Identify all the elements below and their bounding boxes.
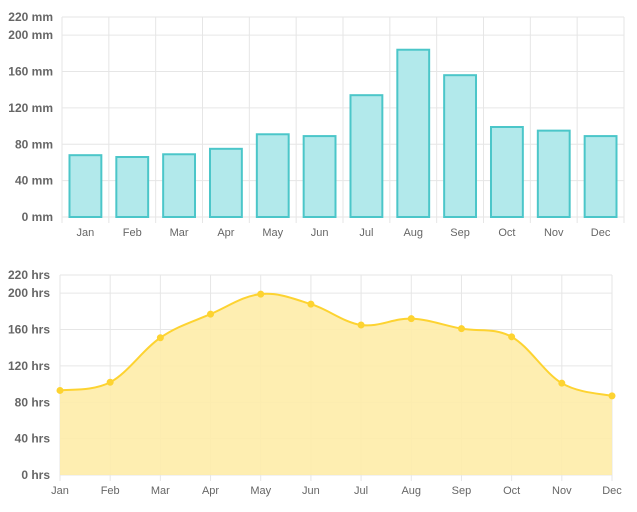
area-point-aug[interactable] [407, 315, 415, 323]
area-point-jan[interactable] [56, 386, 64, 394]
area-point-oct[interactable] [508, 333, 516, 341]
area-x-tick-label: Aug [401, 485, 421, 497]
area-y-tick-label: 80 hrs [15, 395, 51, 409]
area-point-jul[interactable] [357, 321, 365, 329]
area-point-mar[interactable] [156, 334, 164, 342]
bar-x-tick-label: May [262, 227, 283, 239]
bar-apr[interactable] [208, 147, 243, 218]
area-fill [60, 293, 612, 475]
area-point-nov[interactable] [558, 379, 566, 387]
bar-x-tick-label: Sep [450, 227, 470, 239]
bar-jan[interactable] [68, 154, 103, 219]
area-x-tick-label: Sep [452, 485, 472, 497]
bar-jun[interactable] [302, 135, 337, 218]
area-x-tick-label: Oct [503, 485, 520, 497]
area-point-sep[interactable] [457, 325, 465, 333]
bar-jul[interactable] [349, 94, 384, 218]
bar-oct[interactable] [489, 126, 524, 218]
bar-x-tick-label: Aug [403, 227, 423, 239]
area-x-tick-label: May [250, 485, 271, 497]
bar-y-tick-label: 0 mm [22, 210, 53, 224]
bar-x-tick-label: Jan [77, 227, 95, 239]
area-y-tick-label: 160 hrs [8, 323, 50, 337]
area-x-tick-label: Jul [354, 485, 368, 497]
area-y-tick-label: 120 hrs [8, 359, 50, 373]
bar-y-tick-label: 160 mm [8, 65, 53, 79]
area-x-tick-label: Nov [552, 485, 572, 497]
area-x-tick-label: Jun [302, 485, 320, 497]
sunshine-area-chart: 0 hrs 40 hrs 80 hrs 120 hrs 160 hrs 200 hrs 22… [8, 268, 622, 497]
bar-sep[interactable] [443, 74, 478, 218]
area-y-tick-label: 200 hrs [8, 286, 50, 300]
area-point-apr[interactable] [207, 310, 215, 318]
bar-may[interactable] [255, 133, 290, 218]
area-x-tick-label: Dec [602, 485, 622, 497]
area-point-dec[interactable] [608, 392, 616, 400]
bar-x-tick-label: Feb [123, 227, 142, 239]
bar-x-tick-label: Oct [498, 227, 515, 239]
bar-y-tick-label: 220 mm [8, 10, 53, 24]
area-y-tick-label: 0 hrs [21, 468, 50, 482]
bar-y-tick-label: 80 mm [15, 137, 53, 151]
area-x-tick-label: Feb [101, 485, 120, 497]
charts-canvas: 0 mm 40 mm 80 mm 120 mm 160 mm 200 mm 220 mm Ja… [8, 10, 625, 497]
area-y-tick-label: 220 hrs [8, 268, 50, 282]
area-x-tick-label: Jan [51, 485, 69, 497]
bar-y-tick-label: 200 mm [8, 28, 53, 42]
bar-x-tick-label: Apr [217, 227, 234, 239]
area-x-tick-label: Apr [202, 485, 219, 497]
bar-feb[interactable] [115, 156, 150, 218]
bar-y-tick-label: 40 mm [15, 174, 53, 188]
bar-nov[interactable] [536, 129, 571, 219]
area-y-tick-label: 40 hrs [15, 432, 51, 446]
area-x-tick-label: Mar [151, 485, 170, 497]
bar-x-tick-label: Dec [591, 227, 611, 239]
area-point-jun[interactable] [307, 300, 315, 308]
bar-dec[interactable] [583, 135, 618, 218]
bar-x-tick-label: Nov [544, 227, 564, 239]
bar-mar[interactable] [162, 153, 197, 218]
bar-y-tick-label: 120 mm [8, 101, 53, 115]
bar-x-tick-label: Jun [311, 227, 329, 239]
area-point-feb[interactable] [106, 378, 114, 386]
bar-x-tick-label: Jul [359, 227, 373, 239]
rainfall-bar-chart: 0 mm 40 mm 80 mm 120 mm 160 mm 200 mm 220 mm Ja… [8, 10, 625, 239]
bar-aug[interactable] [396, 48, 431, 218]
bar-x-tick-label: Mar [170, 227, 189, 239]
area-point-may[interactable] [257, 290, 265, 298]
